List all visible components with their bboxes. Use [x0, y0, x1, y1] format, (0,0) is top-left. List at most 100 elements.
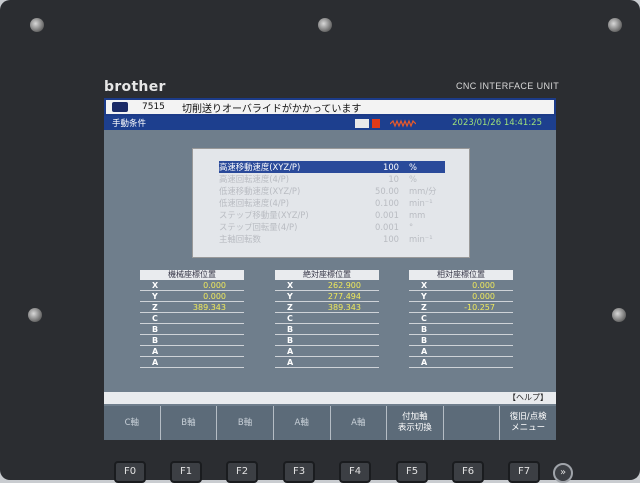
param-value: 0.100 — [375, 197, 399, 208]
softkey-bar: C軸 B軸 B軸 A軸 A軸 付加軸 表示切換 復旧/点検 メニュー — [104, 406, 556, 440]
axis-name: B — [287, 335, 294, 345]
cnc-screen: 7515 切削送りオーバライドがかかっています 手動条件 2023/01/26 … — [104, 98, 556, 440]
param-unit: min⁻¹ — [409, 233, 433, 244]
coord-row: X 0.000 — [409, 280, 513, 291]
alarm-text: 切削送りオーバライドがかかっています — [182, 103, 362, 115]
screw-icon — [30, 18, 44, 32]
coord-row: B — [409, 324, 513, 335]
manual-conditions-panel: 高速移動速度(XYZ/P) 100 % 高速回転速度(4/P) 10 % 低速移… — [192, 148, 470, 258]
softkey-c-axis[interactable]: C軸 — [104, 406, 161, 440]
axis-name: A — [152, 357, 159, 367]
axis-name: A — [421, 346, 428, 356]
coord-row: B — [140, 335, 244, 346]
param-value: 0.001 — [375, 221, 399, 232]
alarm-lamp-icon — [372, 118, 381, 128]
softkey-b-axis[interactable]: B軸 — [161, 406, 218, 440]
axis-name: Y — [287, 291, 293, 301]
param-value: 100 — [383, 233, 399, 244]
axis-name: Z — [421, 302, 427, 312]
param-row-spindle-speed[interactable]: 主軸回転数 100 min⁻¹ — [219, 233, 445, 245]
axis-value: 0.000 — [472, 291, 495, 301]
axis-value: 0.000 — [203, 280, 226, 290]
axis-name: A — [287, 357, 294, 367]
brand-logo: brother — [104, 79, 166, 95]
axis-value: 0.000 — [203, 291, 226, 301]
screw-icon — [318, 18, 332, 32]
axis-name: C — [287, 313, 293, 323]
coord-row: B — [275, 324, 379, 335]
softkey-b-axis-2[interactable]: B軸 — [217, 406, 274, 440]
relative-coordinates: 相対座標位置 X 0.000 Y 0.000 Z -10.257 C B B A A — [409, 270, 513, 368]
axis-name: X — [421, 280, 428, 290]
machine-coordinates: 機械座標位置 X 0.000 Y 0.000 Z 389.343 C B B A A — [140, 270, 244, 368]
axis-value: 262.900 — [327, 280, 361, 290]
alarm-message-bar: 7515 切削送りオーバライドがかかっています — [104, 98, 556, 116]
param-label: ステップ移動量(XYZ/P) — [219, 209, 309, 220]
coord-row: B — [275, 335, 379, 346]
axis-value: 389.343 — [327, 302, 361, 312]
axis-name: Y — [421, 291, 427, 301]
screen-title: 手動条件 — [112, 119, 147, 129]
param-row-slow-rotation[interactable]: 低速回転速度(4/P) 0.100 min⁻¹ — [219, 197, 445, 209]
coord-row: B — [140, 324, 244, 335]
param-unit: % — [409, 161, 417, 172]
softkey-empty[interactable] — [444, 406, 501, 440]
softkey-recovery-menu[interactable]: 復旧/点検 メニュー — [500, 406, 556, 440]
param-unit: ° — [409, 221, 414, 232]
softkey-additional-axis-display[interactable]: 付加軸 表示切換 — [387, 406, 444, 440]
screw-icon — [608, 18, 622, 32]
param-unit: mm — [409, 209, 426, 220]
axis-name: B — [152, 324, 159, 334]
coord-row: Y 0.000 — [140, 291, 244, 302]
coord-row: Y 277.494 — [275, 291, 379, 302]
param-label: 高速移動速度(XYZ/P) — [219, 161, 301, 172]
coord-row: Y 0.000 — [409, 291, 513, 302]
axis-name: X — [287, 280, 294, 290]
axis-name: A — [421, 357, 428, 367]
softkey-a-axis-2[interactable]: A軸 — [331, 406, 388, 440]
axis-name: B — [287, 324, 294, 334]
screw-icon — [612, 308, 626, 322]
axis-name: B — [421, 324, 428, 334]
axis-name: A — [287, 346, 294, 356]
io-indicator-icon — [355, 118, 370, 128]
param-label: 高速回転速度(4/P) — [219, 173, 289, 184]
axis-name: C — [152, 313, 158, 323]
coord-row: A — [140, 357, 244, 368]
coord-title: 絶対座標位置 — [275, 270, 379, 280]
coord-row: C — [409, 313, 513, 324]
axis-name: C — [421, 313, 427, 323]
coord-row: A — [140, 346, 244, 357]
param-unit: min⁻¹ — [409, 197, 433, 208]
coord-title: 相対座標位置 — [409, 270, 513, 280]
param-unit: mm/分 — [409, 185, 437, 196]
axis-name: B — [152, 335, 159, 345]
coord-row: Z 389.343 — [140, 302, 244, 313]
axis-name: Y — [152, 291, 158, 301]
coord-row: Z 389.343 — [275, 302, 379, 313]
next-page-key[interactable]: » — [553, 463, 573, 483]
status-bar: 手動条件 2023/01/26 14:41:25 — [104, 116, 556, 130]
datetime: 2023/01/26 14:41:25 — [452, 118, 542, 128]
param-row-rapid-speed[interactable]: 高速移動速度(XYZ/P) 100 % — [219, 161, 445, 173]
param-row-rapid-rotation[interactable]: 高速回転速度(4/P) 10 % — [219, 173, 445, 185]
param-value: 10 — [388, 173, 399, 184]
param-row-step-move[interactable]: ステップ移動量(XYZ/P) 0.001 mm — [219, 209, 445, 221]
coord-row: A — [275, 357, 379, 368]
param-row-step-rotation[interactable]: ステップ回転量(4/P) 0.001 ° — [219, 221, 445, 233]
help-button[interactable]: 【ヘルプ】 — [104, 392, 556, 404]
axis-name: Z — [152, 302, 158, 312]
axis-name: B — [421, 335, 428, 345]
softkey-a-axis[interactable]: A軸 — [274, 406, 331, 440]
axis-value: 389.343 — [192, 302, 226, 312]
axis-value: 0.000 — [472, 280, 495, 290]
axis-value: -10.257 — [464, 302, 495, 312]
param-value: 0.001 — [375, 209, 399, 220]
param-row-slow-speed[interactable]: 低速移動速度(XYZ/P) 50.00 mm/分 — [219, 185, 445, 197]
axis-name: Z — [287, 302, 293, 312]
absolute-coordinates: 絶対座標位置 X 262.900 Y 277.494 Z 389.343 C B B … — [275, 270, 379, 368]
coord-row: A — [409, 346, 513, 357]
alarm-icon — [112, 102, 128, 112]
coord-row: X 0.000 — [140, 280, 244, 291]
coord-row: X 262.900 — [275, 280, 379, 291]
